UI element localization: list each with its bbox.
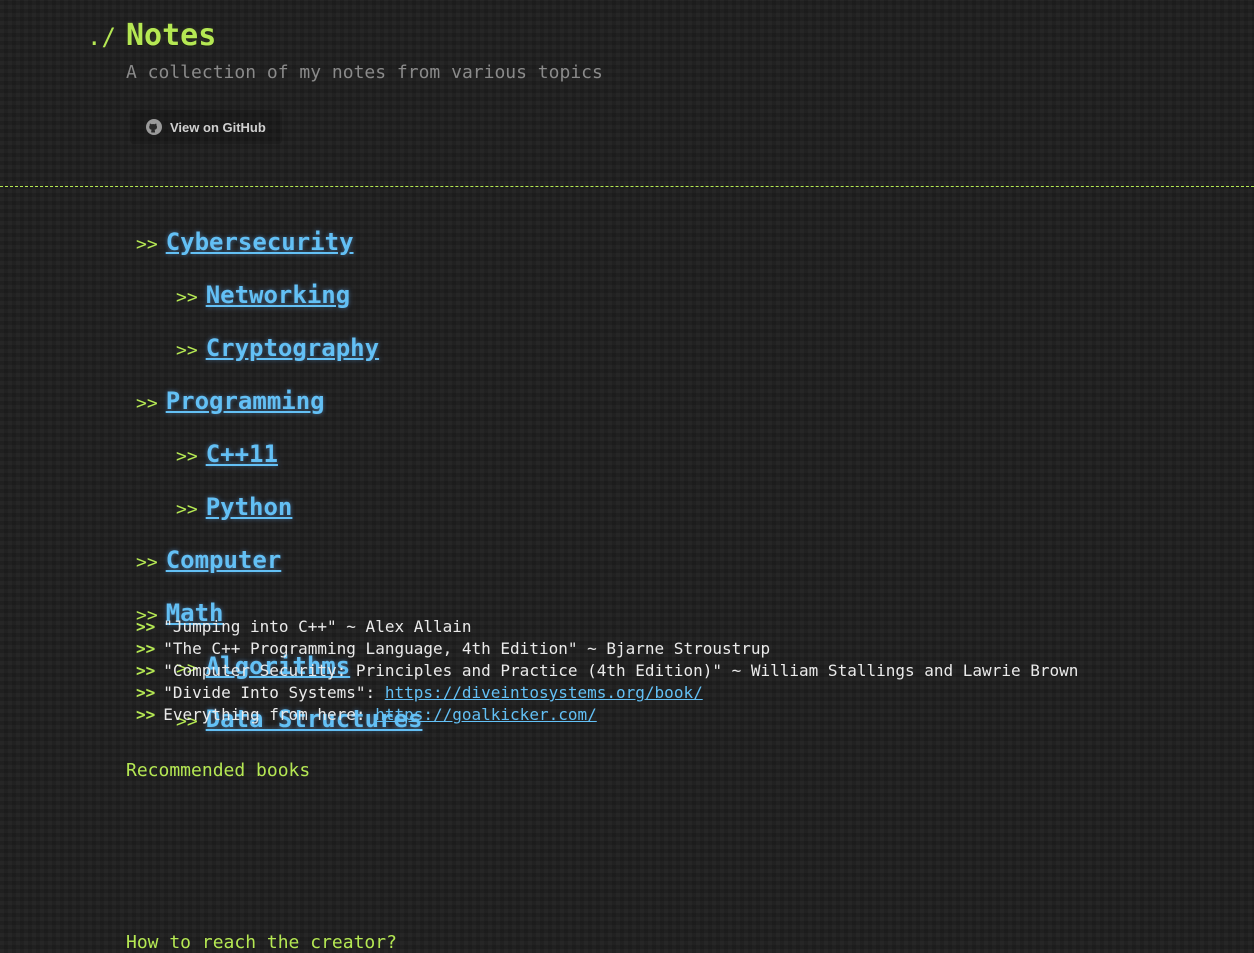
nav-link-cpp11[interactable]: C++11 [206, 440, 278, 468]
nav-item-programming: >> Programming [136, 387, 325, 415]
nav-item-computer: >> Computer [136, 546, 281, 574]
github-icon [146, 119, 162, 135]
diveintosystems-link[interactable]: https://diveintosystems.org/book/ [385, 682, 703, 704]
goalkicker-link[interactable]: https://goalkicker.com/ [375, 704, 597, 726]
book-arrow: >> [136, 705, 156, 724]
view-on-github-button[interactable]: View on GitHub [130, 110, 282, 144]
nav-link-networking[interactable]: Networking [206, 281, 351, 309]
book-list: >> "Jumping into C++" ~ Alex Allain >> "… [136, 616, 1078, 726]
book-title: "Jumping into C++" ~ Alex Allain [163, 617, 472, 636]
nav-arrow: >> [136, 552, 158, 573]
nav-item-python: >> Python [176, 493, 292, 521]
page-header: ./ Notes A collection of my notes from v… [0, 0, 1254, 187]
github-button-label: View on GitHub [170, 119, 266, 135]
nav-arrow: >> [136, 234, 158, 255]
book-arrow: >> [136, 617, 156, 636]
list-item: >> "Jumping into C++" ~ Alex Allain [136, 616, 1078, 638]
list-item: >> "The C++ Programming Language, 4th Ed… [136, 638, 1078, 660]
nav-arrow: >> [176, 287, 198, 308]
book-arrow: >> [136, 683, 156, 702]
book-title: Everything from here: [163, 705, 376, 724]
list-item: >> "Divide Into Systems": https://divein… [136, 682, 1078, 704]
nav-arrow: >> [136, 393, 158, 414]
nav-link-programming[interactable]: Programming [166, 387, 325, 415]
book-title: "The C++ Programming Language, 4th Editi… [163, 639, 771, 658]
nav-link-cryptography[interactable]: Cryptography [206, 334, 379, 362]
book-title: "Divide Into Systems": [163, 683, 385, 702]
list-item: >> "Computer Security: Principles and Pr… [136, 660, 1078, 682]
page-title: Notes [126, 18, 217, 53]
nav-link-python[interactable]: Python [206, 493, 293, 521]
book-title: "Computer Security: Principles and Pract… [163, 661, 1079, 680]
prompt-symbol: ./ [87, 23, 116, 51]
nav-arrow: >> [176, 340, 198, 361]
nav-item-cybersecurity: >> Cybersecurity [136, 228, 354, 256]
recommended-books-heading: Recommended books [126, 760, 311, 781]
title-row: ./ Notes [87, 18, 216, 53]
book-arrow: >> [136, 661, 156, 680]
nav-link-cybersecurity[interactable]: Cybersecurity [166, 228, 354, 256]
nav-item-cpp11: >> C++11 [176, 440, 278, 468]
page-subtitle: A collection of my notes from various to… [126, 62, 603, 83]
nav-item-cryptography: >> Cryptography [176, 334, 379, 362]
contact-heading: How to reach the creator? [126, 932, 397, 953]
nav-link-computer[interactable]: Computer [166, 546, 282, 574]
book-arrow: >> [136, 639, 156, 658]
nav-item-networking: >> Networking [176, 281, 350, 309]
nav-arrow: >> [176, 446, 198, 467]
list-item: >> Everything from here: https://goalkic… [136, 704, 1078, 726]
nav-arrow: >> [176, 499, 198, 520]
